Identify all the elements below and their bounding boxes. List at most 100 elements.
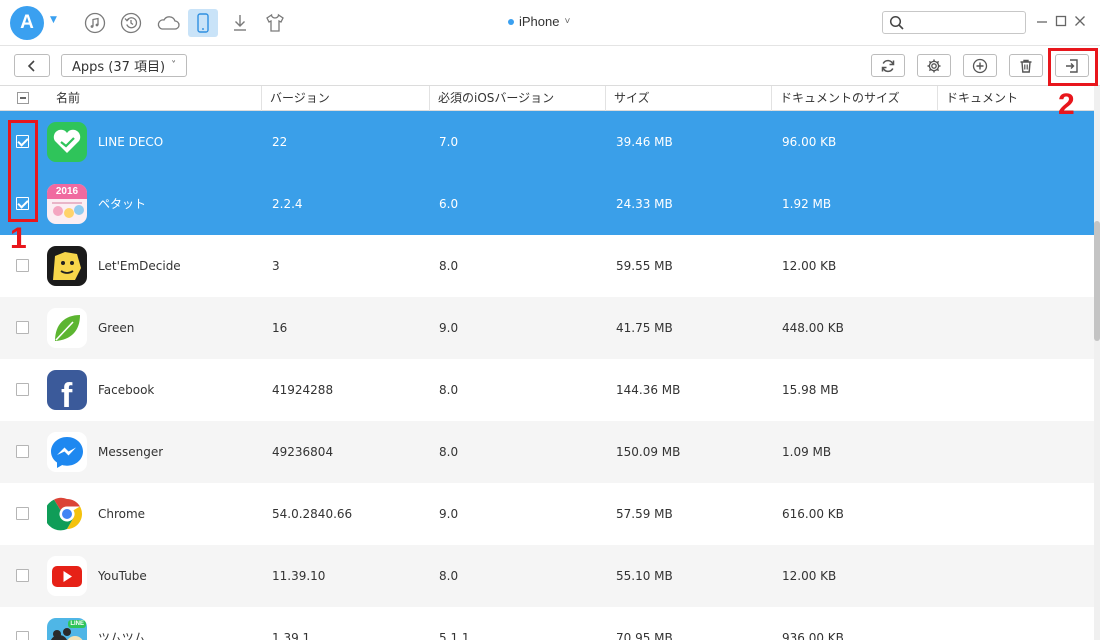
column-header-version[interactable]: バージョン [261, 86, 429, 111]
table-row[interactable]: Let'EmDecide 3 8.0 59.55 MB 12.00 KB [0, 235, 1094, 297]
app-ios-version: 5.1.1 [439, 631, 470, 640]
device-selector[interactable]: iPhone ˅ [508, 14, 570, 29]
app-document-size: 616.00 KB [782, 507, 844, 521]
chevron-down-icon: ˅ [171, 60, 177, 71]
maximize-icon[interactable] [1053, 12, 1069, 30]
toolbar: Apps (37 項目) ˅ [0, 46, 1100, 86]
annotation-number-2: 2 [1058, 88, 1075, 121]
app-name: Let'EmDecide [98, 259, 181, 273]
app-document-size: 448.00 KB [782, 321, 844, 335]
app-name: Green [98, 321, 135, 335]
table-row[interactable]: LINE DECO 22 7.0 39.46 MB 96.00 KB [0, 111, 1094, 173]
category-dropdown[interactable]: Apps (37 項目) ˅ [61, 54, 188, 77]
shirt-icon[interactable] [260, 9, 290, 37]
download-icon[interactable] [225, 9, 255, 37]
row-checkbox[interactable] [16, 321, 29, 334]
table-row[interactable]: Chrome 54.0.2840.66 9.0 57.59 MB 616.00 … [0, 483, 1094, 545]
app-document-size: 12.00 KB [782, 259, 837, 273]
messenger-icon [47, 432, 87, 472]
app-version: 49236804 [272, 445, 334, 459]
chevron-left-icon [27, 59, 35, 72]
row-checkbox[interactable] [16, 631, 29, 640]
device-status-dot [508, 18, 514, 25]
app-ios-version: 8.0 [439, 259, 459, 273]
app-ios-version: 8.0 [439, 383, 459, 397]
column-header-name[interactable]: 名前 [46, 86, 261, 111]
app-logo-icon[interactable]: A [10, 6, 44, 40]
table-row[interactable]: 2016 ペタット 2.2.4 6.0 24.33 MB 1.92 MB [0, 173, 1094, 235]
app-size: 24.33 MB [616, 197, 673, 211]
app-size: 70.95 MB [616, 631, 673, 640]
minimize-icon[interactable] [1034, 12, 1050, 30]
refresh-button[interactable] [871, 54, 905, 77]
search-icon [889, 15, 905, 34]
app-document-size: 1.09 MB [782, 445, 832, 459]
row-checkbox[interactable] [16, 383, 29, 396]
device-caret-icon: ˅ [564, 16, 571, 27]
app-ios-version: 9.0 [439, 321, 459, 335]
annotation-box-checkboxes [8, 120, 38, 222]
delete-button[interactable] [1009, 54, 1043, 77]
add-icon [972, 58, 988, 73]
title-bar: A ▼ iPhone ˅ [0, 0, 1100, 46]
app-name: Facebook [98, 383, 155, 397]
app-version: 1.39.1 [272, 631, 311, 640]
close-icon[interactable] [1072, 12, 1088, 30]
back-button[interactable] [14, 54, 50, 77]
app-document-size: 96.00 KB [782, 135, 837, 149]
line-badge: LINE [68, 620, 86, 628]
app-size: 144.36 MB [616, 383, 681, 397]
petatto-icon: 2016 [47, 184, 87, 224]
scrollbar-thumb[interactable] [1094, 221, 1100, 341]
settings-button[interactable] [917, 54, 951, 77]
row-checkbox[interactable] [16, 259, 29, 272]
select-all-checkbox[interactable] [17, 92, 29, 104]
table-row[interactable]: LINE ツムツム 1.39.1 5.1.1 70.95 MB 936.00 K… [0, 607, 1094, 640]
table-row[interactable]: YouTube 11.39.10 8.0 55.10 MB 12.00 KB [0, 545, 1094, 607]
history-icon[interactable] [116, 9, 146, 37]
row-checkbox[interactable] [16, 445, 29, 458]
gear-icon [927, 59, 941, 72]
app-version: 16 [272, 321, 288, 335]
app-size: 57.59 MB [616, 507, 673, 521]
table-row[interactable]: f Facebook 41924288 8.0 144.36 MB 15.98 … [0, 359, 1094, 421]
app-size: 150.09 MB [616, 445, 681, 459]
facebook-icon: f [47, 370, 87, 410]
vertical-scrollbar[interactable] [1094, 86, 1100, 640]
table-row[interactable]: Green 16 9.0 41.75 MB 448.00 KB [0, 297, 1094, 359]
column-header-size[interactable]: サイズ [605, 86, 771, 111]
row-checkbox[interactable] [16, 569, 29, 582]
table-row[interactable]: Messenger 49236804 8.0 150.09 MB 1.09 MB [0, 421, 1094, 483]
category-label: Apps (37 項目) [72, 60, 166, 75]
search-box[interactable] [882, 11, 1026, 34]
row-checkbox[interactable] [16, 507, 29, 520]
app-ios-version: 8.0 [439, 445, 459, 459]
app-name: YouTube [98, 569, 147, 583]
app-ios-version: 7.0 [439, 135, 459, 149]
app-ios-version: 6.0 [439, 197, 459, 211]
app-name: ペタット [98, 197, 147, 211]
app-size: 39.46 MB [616, 135, 673, 149]
phone-icon[interactable] [188, 9, 218, 37]
column-header-document-size[interactable]: ドキュメントのサイズ [771, 86, 937, 111]
facebook-icon-letter: f [61, 377, 73, 410]
green-leaf-icon [47, 308, 87, 348]
line-deco-icon [47, 122, 87, 162]
app-version: 11.39.10 [272, 569, 326, 583]
app-ios-version: 8.0 [439, 569, 459, 583]
app-name: LINE DECO [98, 135, 164, 149]
add-button[interactable] [963, 54, 997, 77]
app-version: 22 [272, 135, 288, 149]
search-input[interactable] [911, 14, 1021, 31]
music-note-icon[interactable] [80, 9, 110, 37]
device-name-label: iPhone [519, 14, 560, 29]
cloud-icon[interactable] [153, 9, 183, 37]
annotation-number-1: 1 [10, 222, 27, 255]
logo-menu-caret-icon[interactable]: ▼ [50, 15, 57, 25]
tsumtsum-icon: LINE [47, 618, 87, 640]
column-header-ios-version[interactable]: 必須のiOSバージョン [429, 86, 605, 111]
app-name: Chrome [98, 507, 146, 521]
app-version: 54.0.2840.66 [272, 507, 353, 521]
app-version: 41924288 [272, 383, 334, 397]
app-size: 41.75 MB [616, 321, 673, 335]
